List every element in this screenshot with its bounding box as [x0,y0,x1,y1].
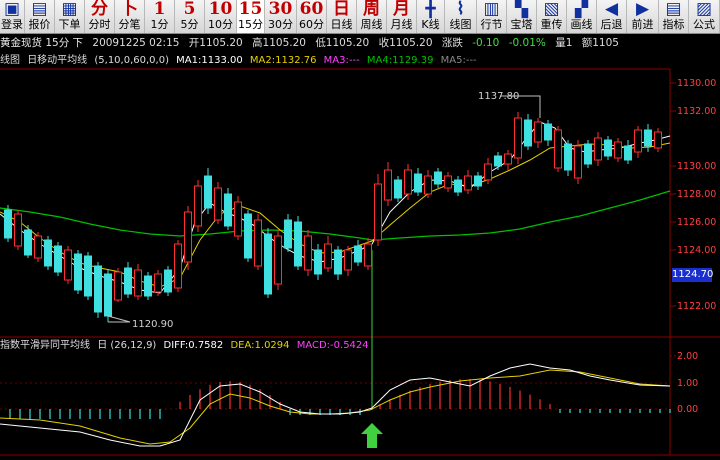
candle-body [494,155,502,167]
candle-body [64,249,72,281]
candle-body [74,253,82,291]
candle-body [274,235,282,285]
candle-body [114,271,122,301]
candle-body [334,249,342,275]
candlestick-series [4,112,662,322]
candle-body [104,273,112,317]
price-tick-label: 1128.00 [677,189,716,200]
candle-body [634,129,642,153]
price-tick-label: 1130.00 [677,161,716,172]
candle-body [254,219,262,267]
candle-body [464,175,472,191]
candle-body [44,239,52,267]
candle-body [234,201,242,237]
candle-body [384,169,392,201]
macd-dea-line [0,369,671,445]
candle-body [434,171,442,185]
candle-body [604,139,612,157]
candle-body [554,129,562,169]
candle-body [504,153,512,165]
candle-body [394,179,402,199]
candle-body [194,185,202,227]
candle-body [354,245,362,263]
price-tick-label: 1122.00 [677,301,716,312]
candle-body [344,249,352,271]
candle-body [324,243,332,269]
macd-tick-label: 0.00 [677,404,698,415]
candle-body [184,211,192,263]
candle-body [154,273,162,293]
low-annotation: 1120.90 [132,319,173,330]
candle-body [424,175,432,195]
candle-body [244,213,252,259]
candle-body [564,143,572,171]
candle-body [134,269,142,297]
candle-body [164,269,172,293]
candle-body [34,235,42,259]
current-price-tag: 1124.70 [672,268,714,282]
candle-body [484,163,492,181]
candle-body [454,179,462,193]
candle-body [214,187,222,221]
high-annotation: 1137.80 [478,91,519,102]
macd-diff-line [0,363,671,447]
candle-body [144,275,152,297]
candle-body [654,131,662,149]
candle-body [404,169,412,195]
candle-body [14,213,22,247]
candle-body [374,183,382,241]
candle-body [174,243,182,289]
candle-body [544,123,552,141]
candle-body [624,145,632,161]
candle-body [304,235,312,271]
candle-body [574,145,582,179]
candle-body [364,243,372,267]
candle-body [294,221,302,267]
candle-body [594,137,602,161]
candle-body [224,193,232,227]
price-tick-label: 1126.00 [677,217,716,228]
macd-tick-label: 1.00 [677,378,698,389]
candle-body [534,121,542,143]
price-tick-label: 1130.00 [677,78,716,89]
candle-body [644,129,652,147]
macd-tick-label: 2.00 [677,351,698,362]
candle-body [124,267,132,295]
candle-body [444,175,452,189]
candle-body [54,245,62,273]
candle-body [84,255,92,297]
candle-body [314,249,322,275]
candle-body [264,233,272,295]
candle-body [614,141,622,159]
candle-body [584,143,592,165]
candle-body [414,173,422,193]
signal-arrow-icon [361,423,383,448]
candle-body [524,119,532,147]
candle-body [94,265,102,313]
price-tick-label: 1132.00 [677,106,716,117]
candle-body [474,175,482,187]
candle-body [4,209,12,239]
chart-canvas[interactable]: 1137.80 1120.90 1130.00 1132.00 1130.00 … [0,0,720,460]
price-tick-label: 1124.00 [677,245,716,256]
ma4-line [0,190,671,241]
candle-body [284,219,292,249]
candle-body [204,175,212,209]
candle-body [24,229,32,256]
low-annotation-leader [107,315,131,323]
candle-body [514,117,522,159]
